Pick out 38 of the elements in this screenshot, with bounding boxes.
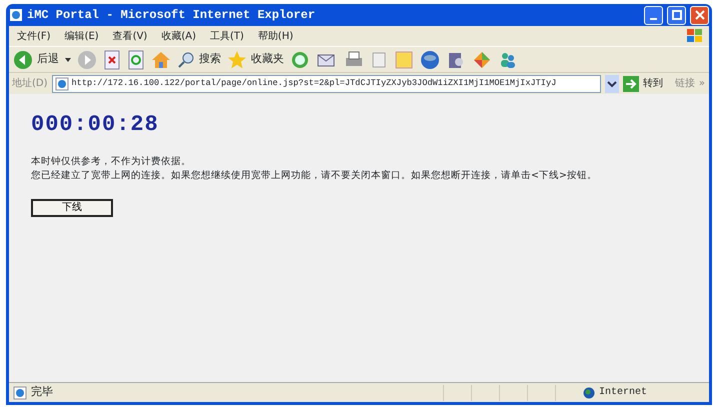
menu-item[interactable]: 收藏(A) (161, 28, 196, 44)
menu-item[interactable]: 文件(F) (17, 28, 51, 44)
ie-page-icon (54, 76, 69, 90)
maximize-icon (672, 10, 682, 20)
elapsed-timer: 000:00:28 (31, 111, 160, 139)
maximize-button[interactable] (667, 6, 686, 24)
home-icon[interactable] (151, 50, 171, 70)
minimize-button[interactable] (644, 6, 663, 24)
menu-item[interactable]: 编辑(E) (64, 28, 99, 44)
address-label: 地址(D) (12, 76, 48, 91)
star-icon (227, 50, 247, 70)
minimize-icon (650, 18, 657, 20)
status-text: 完毕 (31, 384, 53, 400)
window-title: iMC Portal - Microsoft Internet Explorer (27, 7, 316, 24)
menu-item[interactable]: 帮助(H) (258, 28, 294, 44)
refresh-icon[interactable] (127, 50, 145, 70)
menu-item[interactable]: 工具(T) (210, 28, 244, 44)
notice-text: 您已经建立了宽带上网的连接。如果您想继续使用宽带上网功能，请不要关闭本窗口。如果您想断开连接，请单击<下线>按钮。 (31, 169, 598, 183)
back-button[interactable]: 后退 (13, 50, 59, 70)
ie-page-icon (9, 8, 23, 22)
menu-item[interactable]: 查看(V) (112, 28, 148, 44)
zone-text: Internet (599, 386, 648, 400)
globe-icon (583, 386, 595, 398)
globe-icon[interactable] (420, 50, 440, 70)
notice-text: 本时钟仅供参考，不作为计费依据。 (31, 155, 192, 169)
favorites-button[interactable]: 收藏夹 (227, 50, 284, 70)
close-button[interactable] (690, 6, 709, 24)
search-icon (177, 50, 195, 68)
stop-icon[interactable] (103, 50, 121, 70)
go-button[interactable]: 转到 (622, 76, 663, 92)
arrow-icon (622, 76, 639, 92)
logout-button[interactable]: 下线 (31, 199, 113, 217)
search-button[interactable]: 搜索 (177, 50, 221, 68)
close-icon (694, 10, 704, 20)
dropdown-arrow-icon[interactable] (65, 56, 71, 62)
url-text: http://172.16.100.122/portal/page/online.jsp?st=2&pl=JTdCJTIyZXJyb3JOdW1iZXI1MjI1MOE1MjIxJTIyJ (72, 77, 556, 90)
ie-page-icon (13, 386, 27, 400)
address-field[interactable]: http://172.16.100.122/portal/page/online.jsp?st=2&pl=JTdCJTIyZXJyb3JOdW1iZXI1MjI1MOE1MjIxJTIyJ (52, 74, 601, 92)
